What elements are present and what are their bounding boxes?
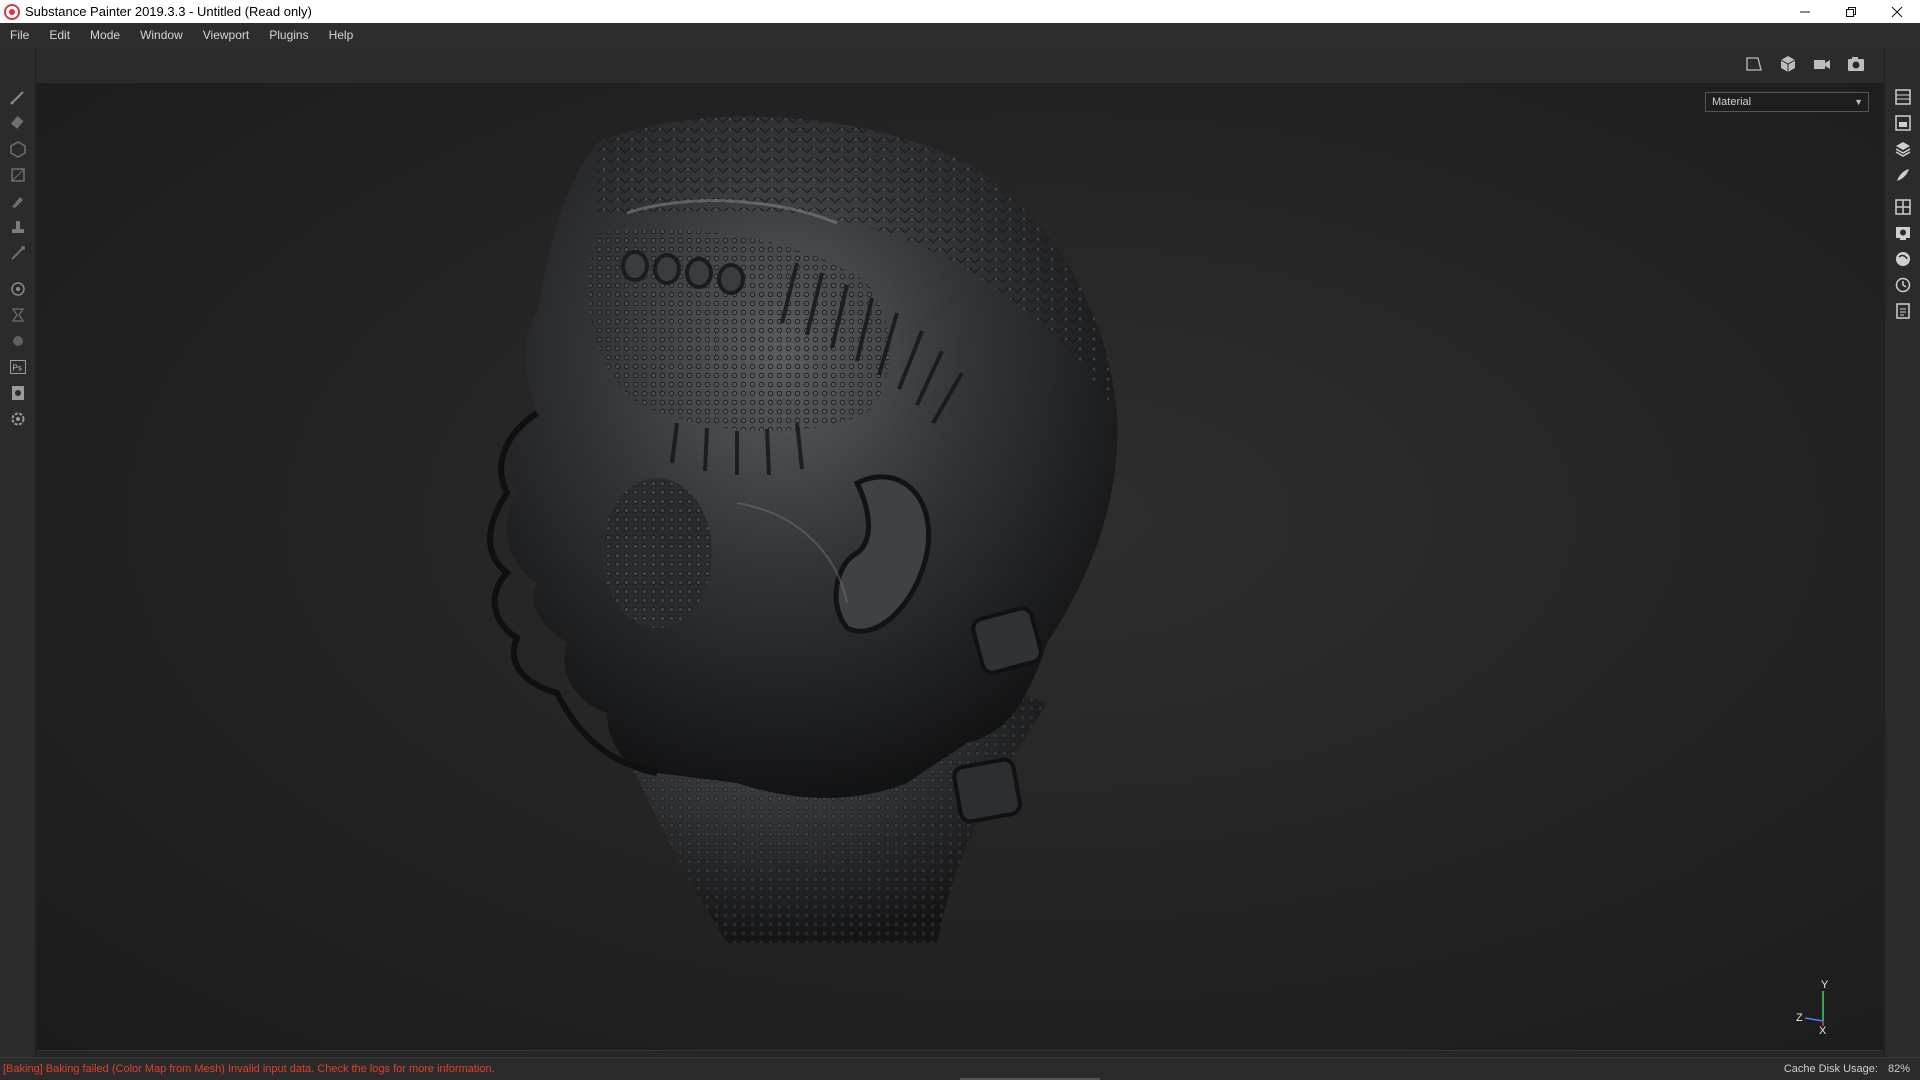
projection-icon[interactable] [8, 139, 28, 159]
cache-value: 82% [1887, 1063, 1910, 1075]
physics-icon[interactable] [8, 331, 28, 351]
display-mode-value: Material [1712, 96, 1752, 108]
shader-settings-icon[interactable] [1893, 249, 1913, 269]
clone-icon[interactable] [8, 217, 28, 237]
properties-icon[interactable] [1893, 165, 1913, 185]
minimize-button[interactable] [1782, 0, 1828, 23]
menu-edit[interactable]: Edit [49, 28, 70, 42]
cache-disk-usage: Cache Disk Usage: 82% [1774, 1063, 1910, 1075]
close-icon [1891, 6, 1903, 17]
axis-gizmo: Y Z X [1793, 976, 1853, 1036]
settings-icon[interactable] [8, 409, 28, 429]
axis-y-label: Y [1821, 979, 1829, 991]
view-2d-icon[interactable] [1744, 54, 1764, 74]
screenshot-icon[interactable] [1846, 54, 1866, 74]
polygon-fill-icon[interactable] [8, 165, 28, 185]
paint-brush-icon[interactable] [8, 87, 28, 107]
smudge-icon[interactable] [8, 191, 28, 211]
log-icon[interactable] [1893, 301, 1913, 321]
title-bar: Substance Painter 2019.3.3 - Untitled (R… [0, 0, 1920, 23]
substance-painter-window: Substance Painter 2019.3.3 - Untitled (R… [0, 0, 1920, 1080]
axis-x-label: X [1819, 1025, 1827, 1036]
menu-file[interactable]: File [10, 28, 29, 42]
menu-plugins[interactable]: Plugins [269, 28, 308, 42]
history-icon[interactable] [1893, 275, 1913, 295]
status-bar: [Baking] Baking failed (Color Map from M… [0, 1057, 1920, 1080]
3d-viewport[interactable]: Material ▼ Y Z X [37, 83, 1883, 1050]
display-mode-select[interactable]: Material ▼ [1705, 92, 1869, 112]
menu-help[interactable]: Help [329, 28, 354, 42]
window-controls [1782, 0, 1920, 23]
cache-label: Cache Disk Usage: [1783, 1063, 1878, 1075]
status-error-message[interactable]: [Baking] Baking failed (Color Map from M… [3, 1063, 495, 1075]
right-toolbar [1884, 47, 1920, 1057]
window-title: Substance Painter 2019.3.3 - Untitled (R… [25, 4, 312, 19]
svg-text:Ps: Ps [13, 364, 22, 373]
close-button[interactable] [1874, 0, 1920, 23]
viewport-bottom-edge [37, 1050, 1883, 1057]
camera-icon[interactable] [1812, 54, 1832, 74]
export-icon[interactable] [8, 383, 28, 403]
app-logo-icon [4, 3, 20, 20]
eraser-icon[interactable] [8, 113, 28, 133]
minimize-icon [1800, 11, 1810, 12]
photoshop-icon[interactable]: Ps [8, 357, 28, 377]
iray-icon[interactable] [8, 305, 28, 325]
view-3d-icon[interactable] [1778, 54, 1798, 74]
display-settings-icon[interactable] [1893, 197, 1913, 217]
menu-bar: File Edit Mode Window Viewport Plugins H… [0, 23, 1920, 47]
viewer-settings-icon[interactable] [1893, 223, 1913, 243]
menu-viewport[interactable]: Viewport [203, 28, 249, 42]
bake-settings-icon[interactable] [8, 279, 28, 299]
chevron-down-icon: ▼ [1854, 97, 1863, 107]
left-toolbar: Ps [0, 47, 36, 1057]
menu-mode[interactable]: Mode [90, 28, 120, 42]
texture-set-list-icon[interactable] [1893, 87, 1913, 107]
texture-set-settings-icon[interactable] [1893, 113, 1913, 133]
viewport-toolbar [36, 47, 1884, 83]
restore-button[interactable] [1828, 0, 1874, 23]
sculpted-head-model [487, 116, 1118, 943]
menu-window[interactable]: Window [140, 28, 183, 42]
restore-icon [1846, 6, 1856, 17]
color-picker-icon[interactable] [8, 243, 28, 263]
axis-z-label: Z [1796, 1012, 1803, 1024]
layers-icon[interactable] [1893, 139, 1913, 159]
